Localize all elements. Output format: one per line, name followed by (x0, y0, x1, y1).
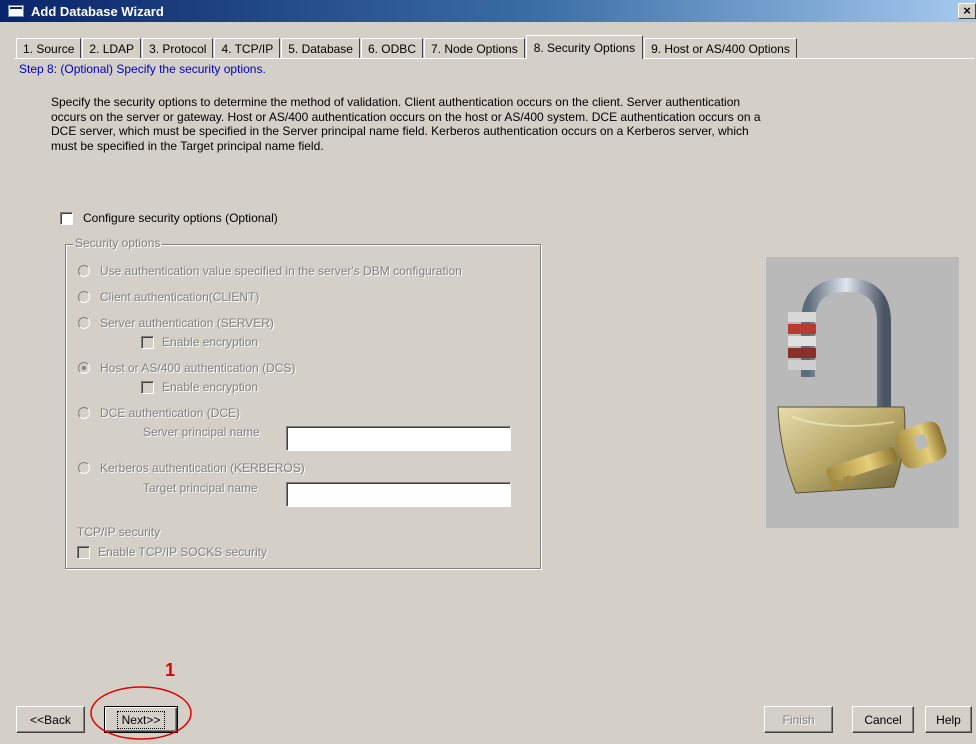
server-encryption-checkbox[interactable] (141, 335, 154, 349)
padlock-key-image (766, 257, 959, 528)
tab-ldap[interactable]: 2. LDAP (82, 38, 142, 59)
dcs-encryption-label: Enable encryption (162, 380, 259, 394)
cancel-button[interactable]: Cancel (852, 706, 914, 733)
option-kerberos-auth[interactable]: Kerberos authentication (KERBEROS) (78, 461, 305, 475)
tab-divider (14, 58, 974, 59)
annotation-number: 1 (165, 660, 176, 680)
close-button[interactable]: × (958, 3, 976, 19)
padlock-icon (777, 277, 947, 494)
dcs-encryption-row[interactable]: Enable encryption (141, 380, 258, 394)
back-button[interactable]: <<Back (16, 706, 85, 733)
server-principal-input[interactable] (286, 426, 511, 451)
option-server-auth[interactable]: Server authentication (SERVER) (78, 316, 274, 330)
tab-source[interactable]: 1. Source (16, 38, 82, 59)
back-button-label: <<Back (30, 712, 71, 727)
tab-node-options[interactable]: 7. Node Options (423, 38, 525, 59)
security-options-legend: Security options (73, 236, 163, 250)
configure-security-row[interactable]: Configure security options (Optional) (60, 211, 278, 225)
annotation-circle (90, 686, 192, 740)
option-kerberos-auth-label: Kerberos authentication (KERBEROS) (100, 461, 305, 475)
radio-host-as400-auth[interactable] (78, 362, 90, 374)
target-principal-input[interactable] (286, 482, 511, 507)
option-host-as400-auth[interactable]: Host or AS/400 authentication (DCS) (78, 361, 295, 375)
tab-database[interactable]: 5. Database (281, 38, 360, 59)
tcpip-security-heading: TCP/IP security (77, 525, 161, 539)
help-button[interactable]: Help (925, 706, 972, 733)
finish-button-label: Finish (782, 712, 815, 727)
title-bar: Add Database Wizard × (0, 0, 976, 22)
radio-dbm-config[interactable] (78, 265, 90, 277)
radio-dce-auth[interactable] (78, 407, 90, 419)
configure-security-checkbox[interactable] (60, 211, 73, 225)
configure-security-label: Configure security options (Optional) (83, 211, 278, 225)
window-icon (8, 5, 24, 17)
tab-host-as400-options[interactable]: 9. Host or AS/400 Options (644, 38, 797, 59)
dcs-encryption-checkbox[interactable] (141, 380, 154, 394)
option-client-auth[interactable]: Client authentication(CLIENT) (78, 290, 259, 304)
window-title: Add Database Wizard (31, 3, 164, 19)
radio-client-auth[interactable] (78, 291, 90, 303)
socks-checkbox[interactable] (77, 545, 90, 559)
option-client-auth-label: Client authentication(CLIENT) (100, 290, 260, 304)
tab-strip: 1. Source 2. LDAP 3. Protocol 4. TCP/IP … (16, 35, 798, 59)
cancel-button-label: Cancel (864, 712, 902, 727)
option-host-as400-auth-label: Host or AS/400 authentication (DCS) (100, 361, 296, 375)
radio-kerberos-auth[interactable] (78, 462, 90, 474)
option-dbm-config-label: Use authentication value specified in th… (100, 264, 462, 278)
option-server-auth-label: Server authentication (SERVER) (100, 316, 274, 330)
option-dce-auth[interactable]: DCE authentication (DCE) (78, 406, 240, 420)
target-principal-label: Target principal name (143, 481, 258, 495)
socks-label: Enable TCP/IP SOCKS security (98, 545, 267, 559)
step-instruction: Step 8: (Optional) Specify the security … (19, 62, 266, 76)
socks-row[interactable]: Enable TCP/IP SOCKS security (77, 545, 267, 559)
tab-odbc[interactable]: 6. ODBC (360, 38, 423, 59)
option-dce-auth-label: DCE authentication (DCE) (100, 406, 241, 420)
description-text: Specify the security options to determin… (51, 95, 761, 153)
option-dbm-config[interactable]: Use authentication value specified in th… (78, 264, 462, 278)
server-encryption-label: Enable encryption (162, 335, 259, 349)
server-encryption-row[interactable]: Enable encryption (141, 335, 258, 349)
finish-button[interactable]: Finish (764, 706, 833, 733)
help-button-label: Help (936, 712, 961, 727)
tab-security-options[interactable]: 8. Security Options (525, 35, 644, 59)
server-principal-label: Server principal name (143, 425, 260, 439)
radio-server-auth[interactable] (78, 317, 90, 329)
tab-protocol[interactable]: 3. Protocol (142, 38, 214, 59)
tab-tcpip[interactable]: 4. TCP/IP (214, 38, 281, 59)
